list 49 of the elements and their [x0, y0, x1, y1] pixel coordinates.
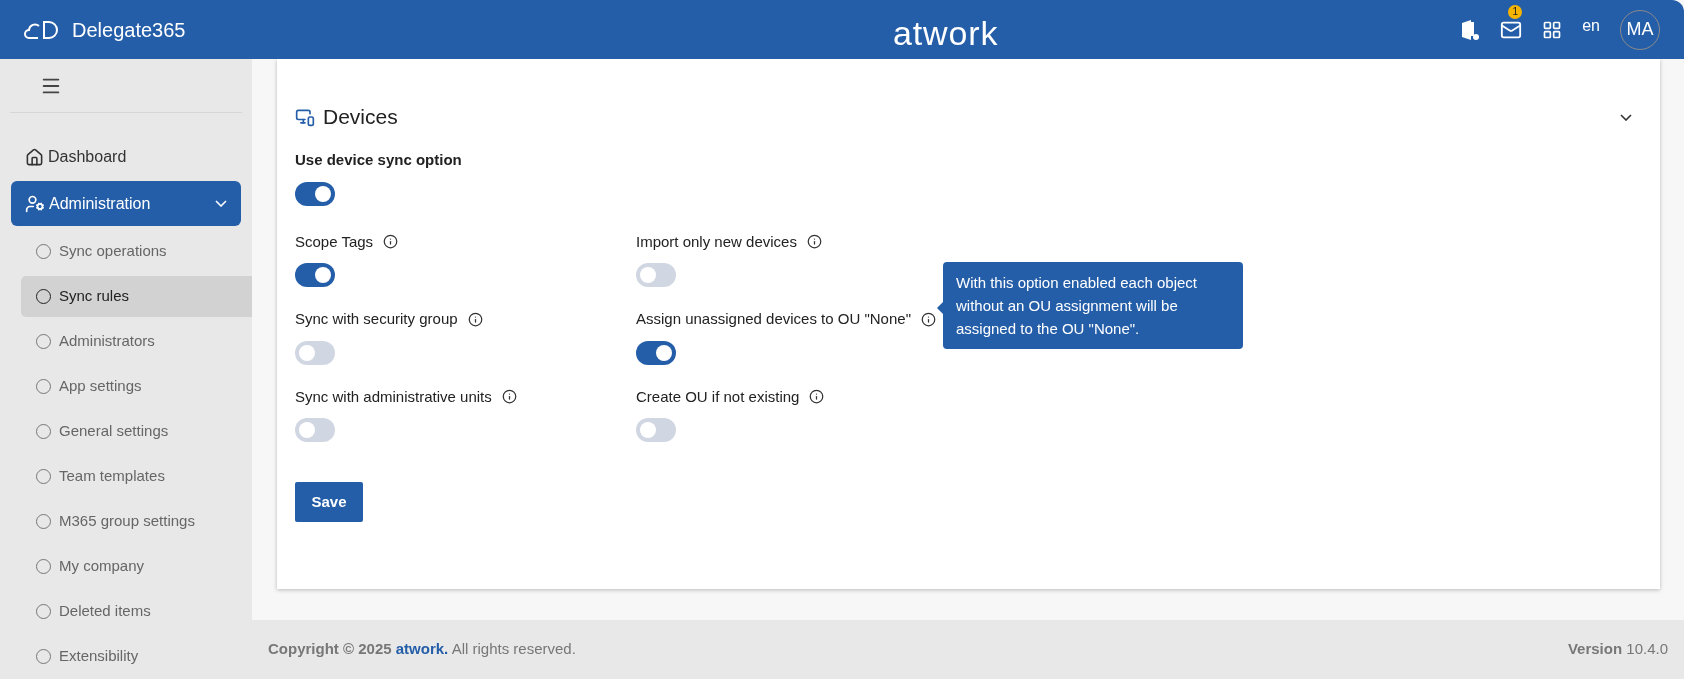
language-selector[interactable]: en: [1582, 13, 1600, 38]
info-icon[interactable]: [383, 234, 399, 250]
toggle-switch[interactable]: [295, 181, 335, 206]
sidebar-item[interactable]: Sync rules: [21, 276, 252, 317]
chevron-icon: [1620, 113, 1632, 121]
sidebar-item[interactable]: Team templates: [21, 456, 252, 497]
toggle-switch[interactable]: [295, 263, 335, 287]
apps-grid-icon[interactable]: [1542, 19, 1563, 40]
sidebar-group[interactable]: Administration: [11, 181, 241, 226]
sidebar-item[interactable]: Dashboard: [11, 137, 241, 177]
info-icon[interactable]: [809, 389, 825, 405]
toggle-switch[interactable]: [636, 263, 676, 287]
info-icon[interactable]: [467, 311, 483, 327]
brand-logo: atwork: [893, 13, 999, 54]
option-label: Assign unassigned devices to OU "None": [636, 309, 911, 329]
info-icon[interactable]: [806, 234, 822, 250]
option-label: Sync with administrative units: [295, 386, 492, 407]
sidebar-item[interactable]: General settings: [21, 411, 252, 452]
sidebar-item[interactable]: Sync operations: [21, 231, 252, 272]
tooltip: With this option enabled each object without an OU assignment will be assigned to the OU "None".: [943, 262, 1243, 349]
section-title: Devices: [323, 104, 399, 131]
toggle-switch[interactable]: [295, 418, 335, 442]
devices-icon: [295, 107, 315, 127]
info-icon[interactable]: [501, 389, 517, 405]
notification-badge: 1: [1508, 4, 1523, 19]
chevron-icon: [215, 200, 227, 207]
copyright-text: Copyright © 2025 atwork. All rights reserved.: [268, 639, 576, 660]
option-label: Use device sync option: [295, 150, 463, 170]
toggle-switch[interactable]: [636, 418, 676, 442]
office-icon[interactable]: [1460, 18, 1481, 41]
info-icon[interactable]: [920, 311, 936, 327]
sidebar-item[interactable]: App settings: [21, 366, 252, 407]
sidebar-item[interactable]: Deleted items: [21, 591, 252, 632]
save-button[interactable]: Save: [295, 482, 363, 522]
sidebar-item[interactable]: Administrators: [21, 321, 252, 362]
sidebar-item[interactable]: M365 group settings: [21, 501, 252, 542]
toggle-switch[interactable]: [636, 340, 676, 365]
toggle-switch[interactable]: [295, 340, 335, 365]
home-icon: [25, 147, 44, 167]
option-label: Create OU if not existing: [636, 386, 800, 407]
option-label: Import only new devices: [636, 231, 797, 252]
app-name: Delegate365: [72, 17, 186, 43]
option-label: Scope Tags: [295, 231, 374, 252]
version-text: Version 10.4.0: [1567, 639, 1668, 660]
option-label: Sync with security group: [295, 309, 458, 329]
sidebar-item[interactable]: My company: [21, 546, 252, 587]
user-cog-icon: [25, 193, 45, 214]
sidebar-item[interactable]: Extensibility: [21, 636, 252, 677]
company-link[interactable]: atwork.: [395, 640, 449, 658]
